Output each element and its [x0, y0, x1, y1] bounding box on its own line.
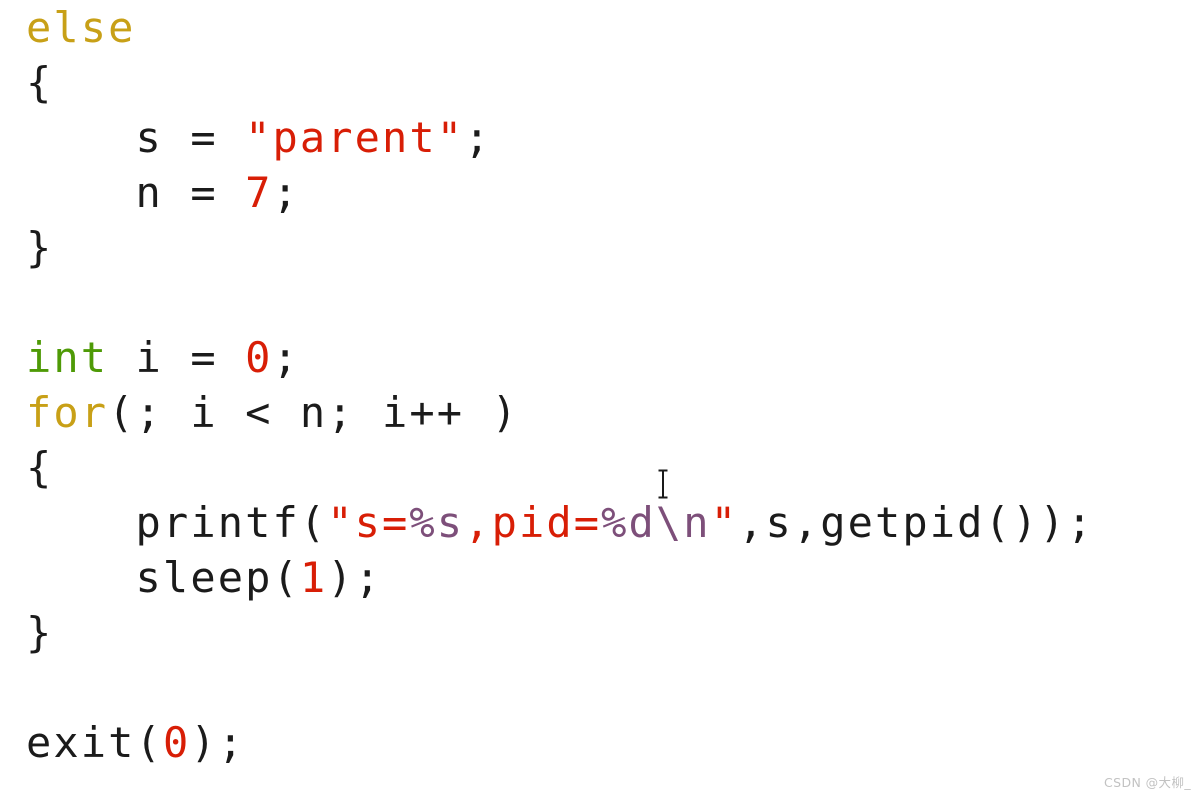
code-token-plain: } — [26, 223, 54, 272]
code-token-fmt: %s — [409, 498, 465, 547]
code-line[interactable]: else — [26, 0, 1094, 55]
code-token-plain: printf( — [26, 498, 328, 547]
code-token-plain: ; — [464, 113, 492, 162]
code-line[interactable]: sleep(1); — [26, 550, 1094, 605]
code-token-fmt: %d — [601, 498, 656, 547]
code-token-num: 0 — [245, 333, 273, 382]
code-line[interactable]: n = 7; — [26, 165, 1094, 220]
csdn-watermark: CSDN @大柳_ — [1104, 775, 1191, 790]
code-token-kw: for — [26, 388, 109, 437]
code-token-plain: { — [26, 443, 54, 492]
code-line[interactable]: { — [26, 55, 1094, 110]
code-line[interactable]: s = "parent"; — [26, 110, 1094, 165]
code-token-str: "s= — [327, 498, 410, 547]
code-line[interactable]: printf("s=%s,pid=%d\n",s,getpid()); — [26, 495, 1094, 550]
code-line[interactable] — [26, 275, 1094, 330]
code-token-num: 1 — [299, 553, 328, 602]
code-token-str: " — [710, 498, 739, 547]
code-line[interactable]: } — [26, 220, 1094, 275]
code-token-plain: n = — [26, 168, 246, 217]
code-token-fmt: \n — [655, 498, 711, 547]
code-line[interactable]: int i = 0; — [26, 330, 1094, 385]
code-token-plain: ; — [272, 333, 300, 382]
code-token-plain: i = — [108, 333, 246, 382]
code-line[interactable]: } — [26, 605, 1094, 660]
code-line[interactable]: exit(0); — [26, 715, 1094, 770]
code-token-num: 0 — [162, 718, 191, 767]
code-token-plain: ; — [272, 168, 300, 217]
code-screenshot-root: else{ s = "parent"; n = 7;} int i = 0; fo… — [0, 0, 1199, 797]
code-editor-text-area[interactable]: else{ s = "parent"; n = 7;} int i = 0; fo… — [26, 0, 1094, 770]
code-token-plain: } — [26, 608, 54, 657]
code-token-num: 7 — [245, 168, 273, 217]
code-token-plain: ,s,getpid()); — [738, 498, 1095, 547]
code-token-plain: (; i < n; i++ ) — [108, 388, 519, 437]
code-token-str: ,pid= — [464, 498, 602, 547]
code-token-plain: exit( — [26, 718, 163, 767]
code-line[interactable]: { — [26, 440, 1094, 495]
code-token-plain: ); — [327, 553, 383, 602]
code-line[interactable]: for(; i < n; i++ ) — [26, 385, 1094, 440]
code-token-plain: sleep( — [26, 553, 300, 602]
code-token-plain: { — [26, 58, 54, 107]
code-line[interactable] — [26, 660, 1094, 715]
code-token-plain: ); — [190, 718, 246, 767]
code-token-plain: s = — [26, 113, 246, 162]
code-token-kw: else — [26, 3, 136, 52]
code-token-str: "parent" — [245, 113, 465, 162]
code-token-type: int — [26, 333, 109, 382]
